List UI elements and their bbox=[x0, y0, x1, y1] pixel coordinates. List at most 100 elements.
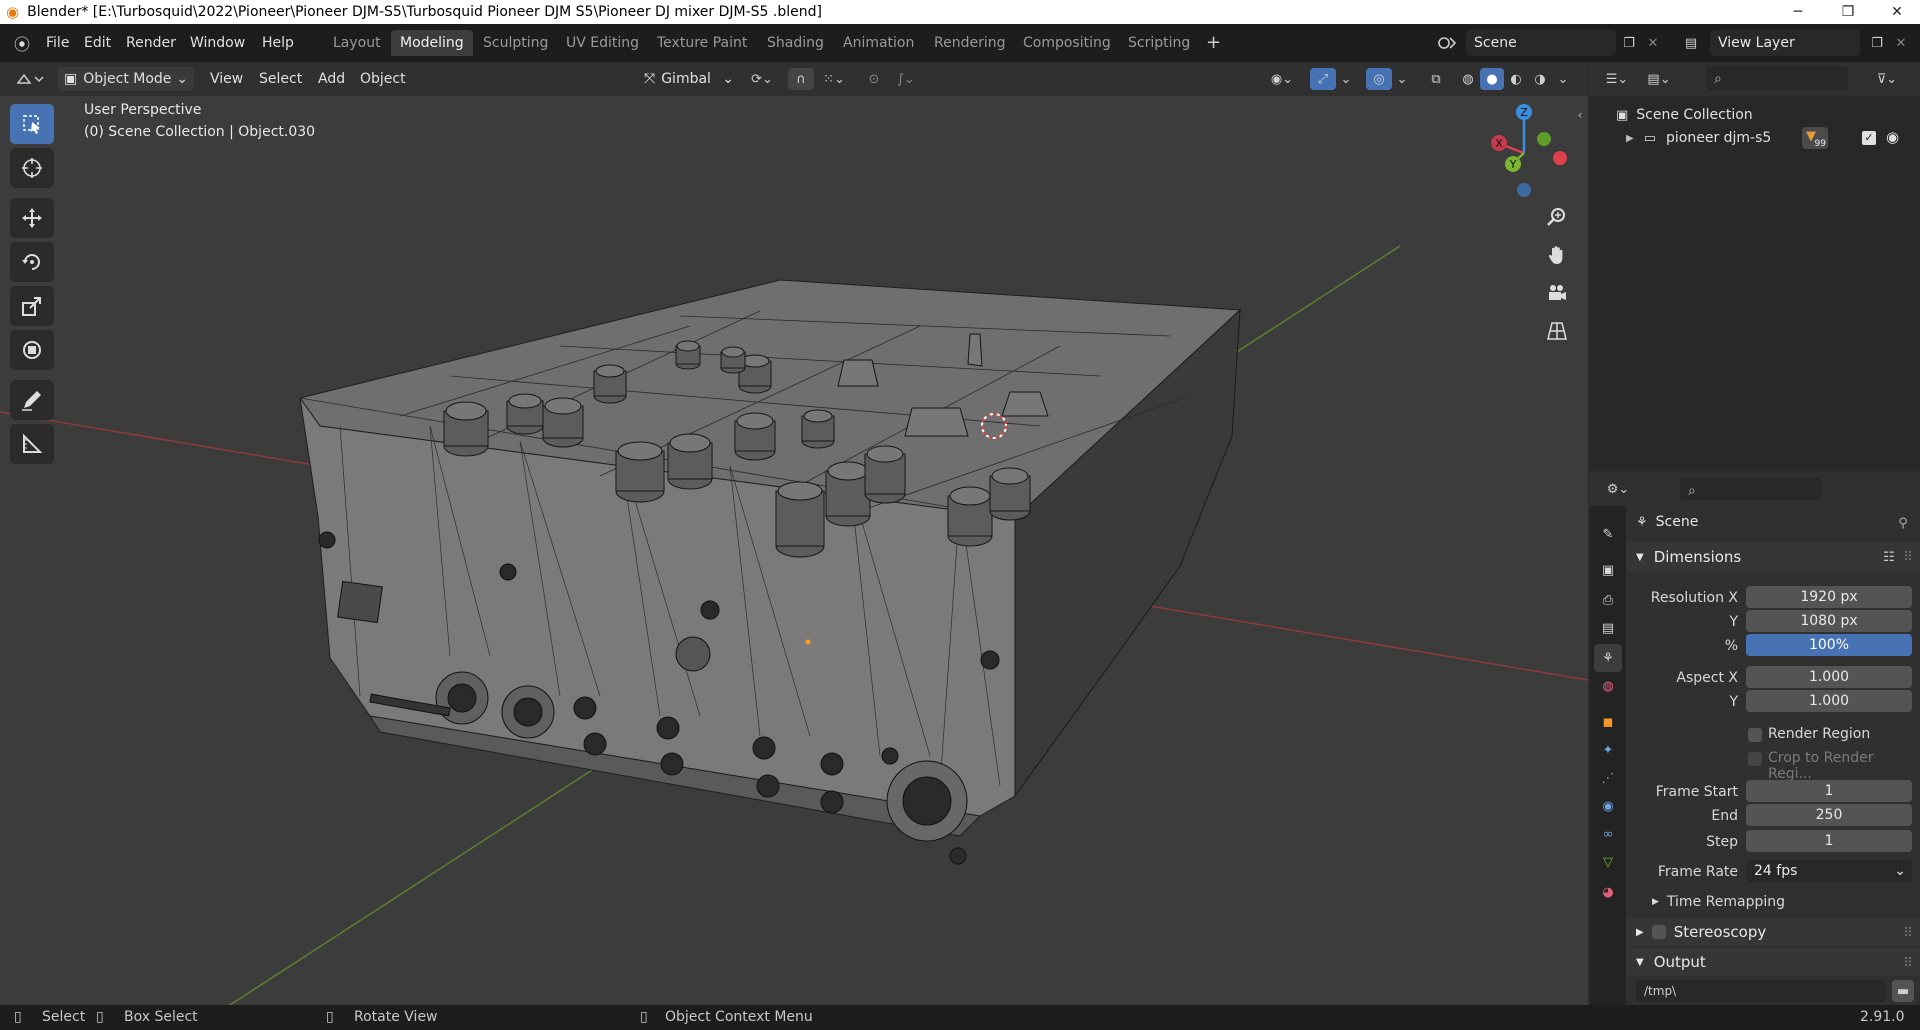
close-button[interactable]: ✕ bbox=[1874, 0, 1920, 24]
object-menu[interactable]: Object bbox=[354, 67, 412, 91]
outliner-search-input[interactable]: ⌕ bbox=[1706, 66, 1848, 90]
transform-tool[interactable] bbox=[10, 330, 54, 370]
aspect-x-field[interactable]: 1.000 bbox=[1746, 666, 1912, 688]
tab-material[interactable]: ◕ bbox=[1594, 878, 1622, 906]
camera-view-button[interactable] bbox=[1540, 276, 1574, 310]
time-remapping-subpanel[interactable]: ▶ Time Remapping bbox=[1652, 894, 1785, 910]
view-layer-selector[interactable]: View Layer bbox=[1710, 30, 1860, 56]
tab-shading[interactable]: Shading bbox=[758, 30, 833, 56]
cursor-tool[interactable] bbox=[10, 148, 54, 188]
add-workspace-button[interactable]: + bbox=[1197, 30, 1230, 56]
tab-modeling[interactable]: Modeling bbox=[391, 30, 473, 56]
drag-handle-icon[interactable]: ⠿ bbox=[1900, 548, 1916, 566]
delete-scene-icon[interactable]: ✕ bbox=[1642, 32, 1664, 54]
wireframe-shading-icon[interactable]: ◍ bbox=[1456, 68, 1480, 90]
tab-texture-paint[interactable]: Texture Paint bbox=[648, 30, 756, 56]
render-region-checkbox[interactable] bbox=[1748, 728, 1762, 742]
scene-selector[interactable]: Scene bbox=[1466, 30, 1616, 56]
tab-world[interactable]: ◍ bbox=[1594, 672, 1622, 700]
tab-constraints[interactable]: ∞ bbox=[1594, 820, 1622, 848]
filter-icon[interactable]: ⊽⌄ bbox=[1870, 68, 1904, 90]
tab-rendering[interactable]: Rendering bbox=[925, 30, 1015, 56]
xray-toggle-icon[interactable]: ⧉ bbox=[1424, 68, 1448, 90]
gizmo-toggle-icon[interactable]: ⤢ bbox=[1310, 68, 1336, 90]
exclude-checkbox[interactable]: ✓ bbox=[1862, 131, 1876, 145]
select-menu[interactable]: Select bbox=[253, 67, 308, 91]
navigation-gizmo[interactable]: Z X Y bbox=[1470, 96, 1580, 206]
new-view-layer-icon[interactable]: ❐ bbox=[1866, 32, 1888, 54]
tab-scene[interactable]: ⚘ bbox=[1594, 644, 1622, 672]
frame-step-field[interactable]: 1 bbox=[1746, 830, 1912, 852]
tab-output[interactable]: ⎙ bbox=[1594, 586, 1622, 614]
stereoscopy-panel-title[interactable]: ▶ Stereoscopy bbox=[1636, 923, 1766, 941]
resolution-x-field[interactable]: 1920 px bbox=[1746, 586, 1912, 608]
output-panel-title[interactable]: ▼ Output bbox=[1636, 953, 1706, 971]
expand-arrow-icon[interactable]: ▶ bbox=[1626, 133, 1634, 144]
output-path-field[interactable]: /tmp\ bbox=[1636, 980, 1886, 1002]
tab-layout[interactable]: Layout bbox=[324, 30, 390, 56]
eye-icon[interactable]: ◉ bbox=[1886, 128, 1899, 146]
presets-list-icon[interactable]: ☷ bbox=[1880, 548, 1898, 566]
resolution-percent-field[interactable]: 100% bbox=[1746, 634, 1912, 656]
menu-render[interactable]: Render bbox=[120, 32, 182, 54]
sidebar-toggle-icon[interactable]: ‹ bbox=[1574, 108, 1586, 122]
solid-shading-icon[interactable]: ● bbox=[1480, 68, 1504, 90]
tab-data[interactable]: ▽ bbox=[1594, 848, 1622, 876]
proportional-falloff-icon[interactable]: ∫⌄ bbox=[888, 68, 924, 90]
gizmo-dropdown-icon[interactable]: ⌄ bbox=[1338, 68, 1354, 90]
aspect-y-field[interactable]: 1.000 bbox=[1746, 690, 1912, 712]
perspective-toggle-button[interactable] bbox=[1540, 314, 1574, 348]
tab-view-layer[interactable]: ▤ bbox=[1594, 614, 1622, 642]
properties-search-input[interactable]: ⌕ bbox=[1680, 478, 1822, 500]
tab-object[interactable]: ◼ bbox=[1594, 708, 1622, 736]
scene-icon[interactable] bbox=[1432, 32, 1462, 54]
minimize-button[interactable]: ─ bbox=[1775, 0, 1821, 24]
crop-region-checkbox[interactable] bbox=[1748, 752, 1762, 766]
3d-viewport[interactable]: User Perspective (0) Scene Collection | … bbox=[0, 96, 1588, 1005]
material-preview-icon[interactable]: ◐ bbox=[1504, 68, 1528, 90]
rendered-shading-icon[interactable]: ◑ bbox=[1528, 68, 1552, 90]
3d-scene-canvas[interactable] bbox=[0, 96, 1588, 1005]
tab-render[interactable]: ▣ bbox=[1594, 556, 1622, 584]
dimensions-panel-title[interactable]: ▼ Dimensions bbox=[1636, 548, 1741, 566]
menu-file[interactable]: File bbox=[40, 32, 75, 54]
scale-tool[interactable] bbox=[10, 286, 54, 326]
editor-type-icon[interactable] bbox=[10, 68, 50, 90]
annotate-tool[interactable] bbox=[10, 380, 54, 420]
rotate-tool[interactable] bbox=[10, 242, 54, 282]
zoom-button[interactable] bbox=[1540, 200, 1574, 234]
view-menu[interactable]: View bbox=[204, 67, 249, 91]
menu-edit[interactable]: Edit bbox=[78, 32, 117, 54]
overlays-dropdown-icon[interactable]: ⌄ bbox=[1394, 68, 1410, 90]
snap-icon[interactable]: ∩ bbox=[788, 68, 814, 90]
pin-icon[interactable]: ⚲ bbox=[1894, 514, 1912, 532]
blender-menu-icon[interactable]: ⦿ bbox=[12, 33, 32, 54]
measure-tool[interactable] bbox=[10, 424, 54, 464]
shading-options-icon[interactable]: ⌄ bbox=[1554, 68, 1572, 90]
tab-physics[interactable]: ◉ bbox=[1594, 792, 1622, 820]
outliner-row-pioneer[interactable]: ▶ ▭ pioneer djm-s5 ▼ 99 ✓ ◉ bbox=[1626, 127, 1916, 149]
frame-end-field[interactable]: 250 bbox=[1746, 804, 1912, 826]
view-layer-icon[interactable]: ▤ bbox=[1676, 32, 1706, 54]
frame-start-field[interactable]: 1 bbox=[1746, 780, 1912, 802]
orientation-dropdown[interactable]: ⤧ Gimbal ⌄ bbox=[638, 67, 738, 91]
tab-uv-editing[interactable]: UV Editing bbox=[557, 30, 648, 56]
properties-editor-type-icon[interactable]: ⚙⌄ bbox=[1600, 478, 1636, 500]
tab-scripting[interactable]: Scripting bbox=[1119, 30, 1199, 56]
object-mode-dropdown[interactable]: ▣ Object Mode ⌄ bbox=[58, 67, 194, 91]
drag-handle-icon[interactable]: ⠿ bbox=[1900, 954, 1916, 972]
move-tool[interactable] bbox=[10, 198, 54, 238]
new-scene-icon[interactable]: ❐ bbox=[1618, 32, 1640, 54]
pivot-point-icon[interactable]: ⟳⌄ bbox=[744, 68, 780, 90]
snap-target-icon[interactable]: ⁙⌄ bbox=[816, 68, 852, 90]
outliner-editor-type-icon[interactable]: ☰⌄ bbox=[1600, 68, 1634, 90]
maximize-button[interactable]: ❐ bbox=[1825, 0, 1871, 24]
tab-animation[interactable]: Animation bbox=[834, 30, 923, 56]
select-box-tool[interactable] bbox=[10, 104, 54, 144]
folder-icon[interactable]: ▬ bbox=[1892, 980, 1914, 1002]
delete-view-layer-icon[interactable]: ✕ bbox=[1890, 32, 1912, 54]
drag-handle-icon[interactable]: ⠿ bbox=[1900, 924, 1916, 942]
tab-modifiers[interactable]: ✦ bbox=[1594, 736, 1622, 764]
tab-compositing[interactable]: Compositing bbox=[1014, 30, 1120, 56]
overlays-toggle-icon[interactable]: ◎ bbox=[1366, 68, 1392, 90]
